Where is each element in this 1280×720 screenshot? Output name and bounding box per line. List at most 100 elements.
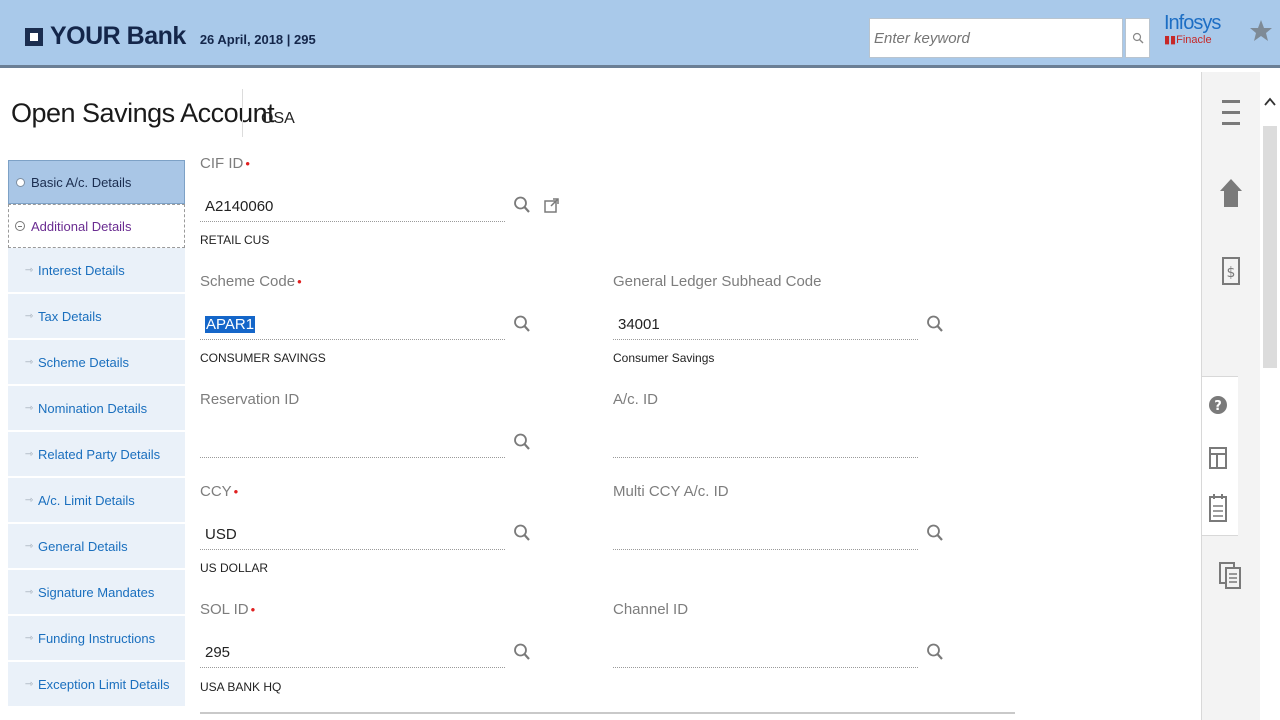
nav-marker: ⇾	[20, 679, 38, 690]
search-icon	[1132, 32, 1143, 44]
bank-name: YOUR Bank	[50, 22, 186, 50]
arrow-right-icon: ⇾	[24, 264, 34, 276]
bank-logo-icon	[25, 27, 43, 46]
nav-item-additional-details[interactable]: Additional Details	[8, 204, 185, 248]
nav-item-label: Nomination Details	[38, 400, 148, 416]
bank-brand: YOUR Bank 26 April, 2018 | 295	[25, 22, 316, 51]
nav-item-interest-details[interactable]: ⇾ Interest Details	[8, 248, 185, 294]
scheme-code-description: CONSUMER SAVINGS	[200, 351, 326, 365]
nav-item-label: A/c. Limit Details	[38, 492, 135, 508]
hamburger-icon[interactable]	[1220, 97, 1242, 129]
magnifier-icon[interactable]	[513, 642, 531, 662]
ccy-description: US DOLLAR	[200, 561, 269, 575]
scheme-code-label-text: Scheme Code	[200, 273, 296, 290]
magnifier-icon[interactable]	[926, 314, 944, 334]
nav-item-general-details[interactable]: ⇾ General Details	[8, 524, 185, 570]
layout-icon[interactable]	[1208, 445, 1228, 471]
nav-item-exception-limit-details[interactable]: ⇾ Exception Limit Details	[8, 662, 185, 708]
vendor-name: Infosys	[1164, 12, 1221, 34]
search-button[interactable]	[1125, 18, 1150, 58]
magnifier-icon[interactable]	[926, 523, 944, 543]
magnifier-icon[interactable]	[513, 523, 531, 543]
nav-item-funding-instructions[interactable]: ⇾ Funding Instructions	[8, 616, 185, 662]
channel-id-input[interactable]	[613, 638, 918, 668]
vendor-product: ▮▮Finacle	[1164, 34, 1212, 46]
magnifier-icon[interactable]	[513, 195, 531, 215]
nav-item-scheme-details[interactable]: ⇾ Scheme Details	[8, 340, 185, 386]
gl-subhead-label: General Ledger Subhead Code	[613, 273, 822, 290]
title-divider	[242, 89, 243, 137]
ccy-input[interactable]: USD	[200, 520, 505, 550]
arrow-right-icon: ⇾	[24, 494, 34, 506]
magnifier-icon[interactable]	[926, 642, 944, 662]
gl-subhead-description: Consumer Savings	[613, 351, 715, 365]
nav-item-tax-details[interactable]: ⇾ Tax Details	[8, 294, 185, 340]
required-marker: •	[233, 484, 239, 499]
nav-marker: ⇾	[20, 449, 38, 460]
magnifier-icon[interactable]	[513, 314, 531, 334]
sol-id-label-text: SOL ID	[200, 601, 249, 618]
open-external-icon[interactable]	[543, 196, 561, 216]
star-icon[interactable]	[1249, 14, 1273, 48]
nav-marker: ⇾	[20, 495, 38, 506]
home-icon[interactable]	[1219, 178, 1243, 208]
ccy-label-text: CCY	[200, 483, 232, 500]
arrow-right-icon: ⇾	[24, 356, 34, 368]
nav-item-label: Signature Mandates	[38, 584, 155, 600]
app-header: YOUR Bank 26 April, 2018 | 295 Infosys ▮…	[0, 0, 1280, 68]
nav-item-label: Scheme Details	[38, 354, 130, 370]
vendor-logo: Infosys ▮▮Finacle	[1164, 12, 1224, 46]
scheme-code-value: APAR1	[205, 316, 256, 333]
sol-id-input[interactable]: 295	[200, 638, 505, 668]
nav-item-related-party-details[interactable]: ⇾ Related Party Details	[8, 432, 185, 478]
ac-id-input[interactable]	[613, 428, 918, 458]
vendor-product-label: Finacle	[1176, 34, 1212, 46]
nav-marker: ⇾	[20, 633, 38, 644]
channel-id-label: Channel ID	[613, 601, 689, 618]
scrollbar-thumb[interactable]	[1263, 126, 1277, 368]
page-title: Open Savings Account	[11, 98, 275, 128]
nav-item-nomination-details[interactable]: ⇾ Nomination Details	[8, 386, 185, 432]
nav-marker	[9, 177, 31, 187]
svg-text:$: $	[1227, 265, 1236, 281]
required-marker: •	[250, 602, 256, 617]
ac-id-label: A/c. ID	[613, 391, 659, 408]
sol-id-label: SOL ID •	[200, 601, 255, 618]
dollar-document-icon[interactable]: $	[1220, 256, 1242, 286]
nav-item-label: Related Party Details	[38, 446, 161, 462]
cif-id-description: RETAIL CUS	[200, 233, 270, 247]
search-input[interactable]	[869, 18, 1123, 58]
magnifier-icon[interactable]	[513, 432, 531, 452]
scroll-up-icon[interactable]	[1262, 94, 1278, 110]
multi-ccy-label: Multi CCY A/c. ID	[613, 483, 729, 500]
collapse-icon	[15, 221, 25, 231]
arrow-right-icon: ⇾	[24, 632, 34, 644]
arrow-right-icon: ⇾	[24, 448, 34, 460]
ccy-label: CCY •	[200, 483, 238, 500]
nav-marker: ⇾	[20, 541, 38, 552]
cif-id-label: CIF ID •	[200, 155, 250, 172]
nav-item-label: Interest Details	[38, 262, 125, 278]
notepad-icon[interactable]	[1208, 492, 1228, 524]
nav-item-label: Exception Limit Details	[38, 676, 170, 692]
nav-item-signature-mandates[interactable]: ⇾ Signature Mandates	[8, 570, 185, 616]
nav-item-ac-limit-details[interactable]: ⇾ A/c. Limit Details	[8, 478, 185, 524]
cif-id-input[interactable]: A2140060	[200, 192, 505, 222]
reservation-id-input[interactable]	[200, 428, 505, 458]
arrow-right-icon: ⇾	[24, 540, 34, 552]
nav-item-label: Funding Instructions	[38, 630, 156, 646]
help-icon[interactable]: ?	[1208, 393, 1228, 417]
documents-icon[interactable]	[1218, 560, 1242, 592]
nav-item-label: Tax Details	[38, 308, 102, 324]
nav-marker	[9, 221, 31, 231]
multi-ccy-input[interactable]	[613, 520, 918, 550]
nav-item-label: General Details	[38, 538, 128, 554]
arrow-right-icon: ⇾	[24, 310, 34, 322]
arrow-right-icon: ⇾	[24, 586, 34, 598]
radio-dot-icon	[15, 177, 25, 187]
gl-subhead-input[interactable]: 34001	[613, 310, 918, 340]
nav-marker: ⇾	[20, 357, 38, 368]
nav-marker: ⇾	[20, 587, 38, 598]
nav-item-basic-details[interactable]: Basic A/c. Details	[8, 160, 185, 204]
scheme-code-input[interactable]: APAR1	[200, 310, 505, 340]
